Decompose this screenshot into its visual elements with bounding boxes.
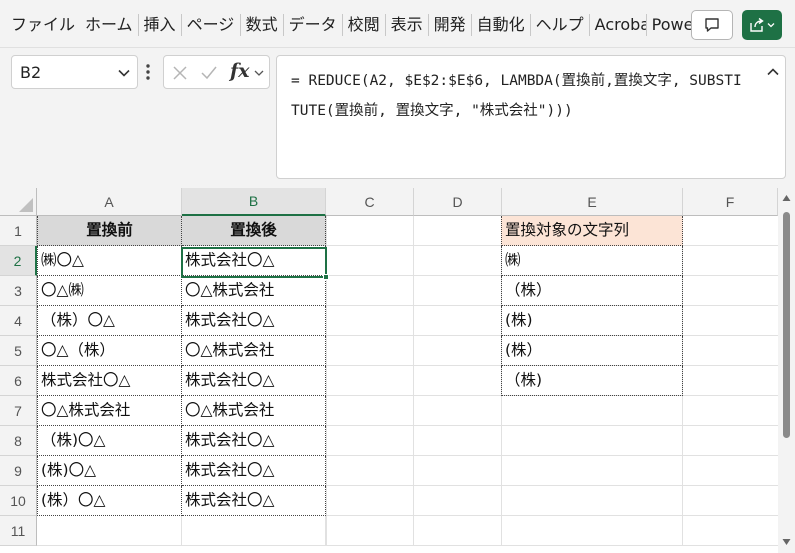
cell-a3[interactable]: 〇△㈱ bbox=[37, 276, 182, 306]
tab-acrobat[interactable]: Acrobat bbox=[590, 8, 646, 42]
cell-a4[interactable]: （株）〇△ bbox=[37, 306, 182, 336]
row-header-7[interactable]: 7 bbox=[0, 396, 37, 426]
column-header-f[interactable]: F bbox=[683, 188, 778, 216]
cell-a9[interactable]: (株)〇△ bbox=[37, 456, 182, 486]
gridline bbox=[413, 216, 414, 546]
column-header-b[interactable]: B bbox=[182, 188, 326, 216]
cell-a7[interactable]: 〇△株式会社 bbox=[37, 396, 182, 426]
select-all-triangle-icon bbox=[19, 198, 33, 212]
cell-b9[interactable]: 株式会社〇△ bbox=[182, 456, 326, 486]
cell-e4[interactable]: (株) bbox=[501, 306, 683, 336]
ribbon-tabs: ファイル ホーム 挿入 ページ 数式 データ 校閲 表示 開発 自動化 ヘルプ … bbox=[6, 8, 703, 42]
chevron-up-icon[interactable] bbox=[765, 64, 781, 80]
vertical-scrollbar[interactable] bbox=[778, 188, 795, 553]
tab-data[interactable]: データ bbox=[284, 8, 342, 42]
cell-b3[interactable]: 〇△株式会社 bbox=[182, 276, 326, 306]
scroll-down-arrow-icon[interactable] bbox=[782, 538, 791, 546]
name-box-value: B2 bbox=[20, 63, 42, 82]
gridline bbox=[326, 425, 778, 426]
share-button[interactable] bbox=[742, 10, 782, 40]
cell-b5[interactable]: 〇△株式会社 bbox=[182, 336, 326, 366]
cell-b8[interactable]: 株式会社〇△ bbox=[182, 426, 326, 456]
cell-a5[interactable]: 〇△（株） bbox=[37, 336, 182, 366]
gridline bbox=[326, 216, 327, 546]
fill-handle[interactable] bbox=[323, 274, 329, 280]
comment-icon bbox=[705, 18, 719, 32]
comments-button[interactable] bbox=[691, 10, 733, 40]
cell-e6[interactable]: （株) bbox=[501, 366, 683, 396]
formula-input[interactable]: = REDUCE(A2, $E$2:$E$6, LAMBDA(置換前,置換文字,… bbox=[276, 55, 786, 179]
column-header-c[interactable]: C bbox=[326, 188, 414, 216]
gridline bbox=[326, 515, 778, 516]
scrollbar-thumb[interactable] bbox=[783, 212, 790, 438]
column-header-a[interactable]: A bbox=[37, 188, 182, 216]
cell-b11[interactable] bbox=[182, 516, 326, 546]
cell-a6[interactable]: 株式会社〇△ bbox=[37, 366, 182, 396]
cell-a2[interactable]: ㈱〇△ bbox=[37, 246, 182, 276]
tab-home[interactable]: ホーム bbox=[80, 8, 138, 42]
worksheet-grid: A B C D E F 1 2 3 4 5 6 7 8 9 10 11 置換前 … bbox=[0, 188, 795, 553]
cell-e1[interactable]: 置換対象の文字列 bbox=[501, 216, 683, 246]
cell-e5[interactable]: (株） bbox=[501, 336, 683, 366]
chevron-down-icon[interactable] bbox=[254, 68, 264, 78]
cell-b10[interactable]: 株式会社〇△ bbox=[182, 486, 326, 516]
cell-b7[interactable]: 〇△株式会社 bbox=[182, 396, 326, 426]
tab-insert[interactable]: 挿入 bbox=[139, 8, 181, 42]
tab-help[interactable]: ヘルプ bbox=[531, 8, 589, 42]
gridline bbox=[326, 455, 778, 456]
row-header-6[interactable]: 6 bbox=[0, 366, 37, 396]
cell-e2[interactable]: ㈱ bbox=[501, 246, 683, 276]
gridline bbox=[326, 485, 778, 486]
row-header-11[interactable]: 11 bbox=[0, 516, 37, 546]
row-header-5[interactable]: 5 bbox=[0, 336, 37, 366]
cell-a11[interactable] bbox=[37, 516, 182, 546]
cell-b1[interactable]: 置換後 bbox=[182, 216, 326, 246]
tab-automate[interactable]: 自動化 bbox=[472, 8, 530, 42]
gridline bbox=[326, 545, 778, 546]
formula-bar-area: B2 fx = REDUCE(A2, $E$2:$E$6, LAMBDA(置換前… bbox=[0, 48, 795, 188]
scroll-up-arrow-icon[interactable] bbox=[782, 194, 791, 202]
chevron-down-icon bbox=[767, 23, 775, 28]
cell-a10[interactable]: (株）〇△ bbox=[37, 486, 182, 516]
cell-a1[interactable]: 置換前 bbox=[37, 216, 182, 246]
row-header-1[interactable]: 1 bbox=[0, 216, 37, 246]
row-header-8[interactable]: 8 bbox=[0, 426, 37, 456]
more-options-icon[interactable] bbox=[143, 61, 153, 83]
column-header-d[interactable]: D bbox=[414, 188, 502, 216]
tab-file[interactable]: ファイル bbox=[6, 8, 80, 42]
cell-b6[interactable]: 株式会社〇△ bbox=[182, 366, 326, 396]
row-header-10[interactable]: 10 bbox=[0, 486, 37, 516]
tab-review[interactable]: 校閲 bbox=[343, 8, 385, 42]
column-header-e[interactable]: E bbox=[502, 188, 683, 216]
enter-check-icon[interactable] bbox=[200, 65, 218, 81]
ribbon: ファイル ホーム 挿入 ページ 数式 データ 校閲 表示 開発 自動化 ヘルプ … bbox=[0, 0, 795, 48]
formula-text[interactable]: = REDUCE(A2, $E$2:$E$6, LAMBDA(置換前,置換文字,… bbox=[291, 66, 747, 126]
row-header-2[interactable]: 2 bbox=[0, 246, 37, 276]
cell-a8[interactable]: （株)〇△ bbox=[37, 426, 182, 456]
row-header-9[interactable]: 9 bbox=[0, 456, 37, 486]
chevron-down-icon[interactable] bbox=[117, 66, 131, 80]
cell-b4[interactable]: 株式会社〇△ bbox=[182, 306, 326, 336]
tab-page-layout[interactable]: ページ bbox=[182, 8, 240, 42]
tab-view[interactable]: 表示 bbox=[386, 8, 428, 42]
share-icon bbox=[750, 17, 764, 32]
cell-b2[interactable]: 株式会社〇△ bbox=[182, 246, 326, 276]
cell-e3[interactable]: （株） bbox=[501, 276, 683, 306]
row-header-3[interactable]: 3 bbox=[0, 276, 37, 306]
name-box[interactable]: B2 bbox=[11, 55, 138, 89]
insert-function-button[interactable]: fx bbox=[230, 60, 250, 82]
row-header-4[interactable]: 4 bbox=[0, 306, 37, 336]
tab-developer[interactable]: 開発 bbox=[429, 8, 471, 42]
select-all-corner[interactable] bbox=[0, 188, 37, 216]
cancel-icon[interactable] bbox=[172, 65, 188, 81]
formula-controls: fx bbox=[163, 55, 270, 89]
tab-formulas[interactable]: 数式 bbox=[241, 8, 283, 42]
